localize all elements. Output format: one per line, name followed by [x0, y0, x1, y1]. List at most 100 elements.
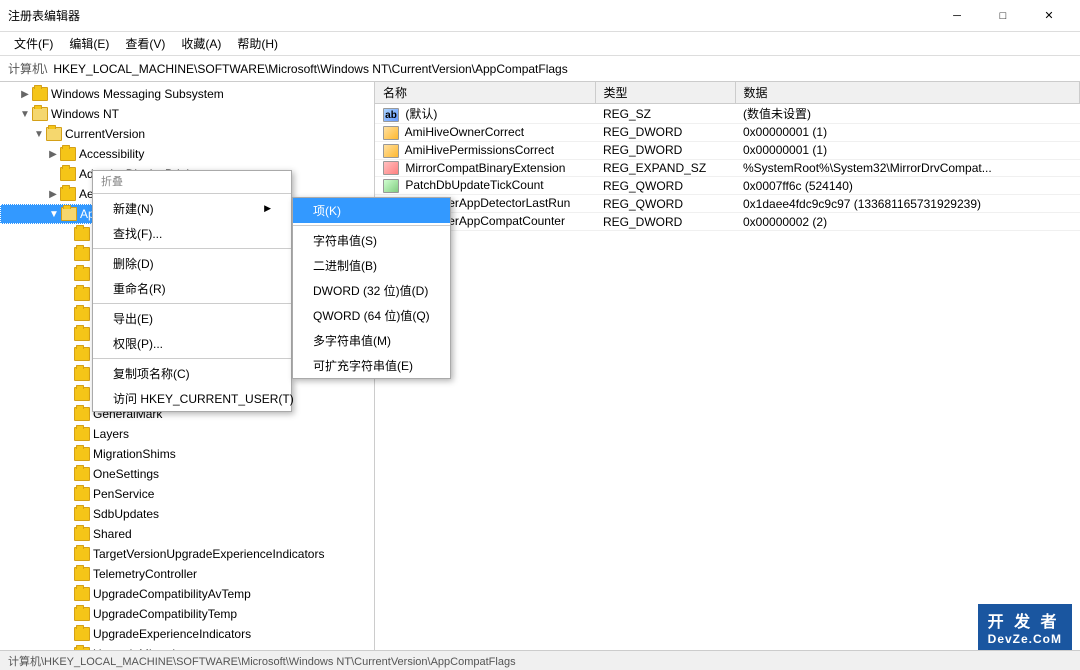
folder-icon-appraiser: [74, 227, 90, 241]
cell-type-2: REG_DWORD: [595, 141, 735, 159]
right-panel: 名称 类型 数据 ab (默认)REG_SZ(数值未设置) AmiHiveOwn…: [375, 82, 1080, 650]
minimize-button[interactable]: ─: [934, 0, 980, 32]
submenu-qword[interactable]: QWORD (64 位)值(Q): [293, 303, 450, 328]
folder-icon-compatmark: [74, 367, 90, 381]
cell-data-6: 0x00000002 (2): [735, 213, 1080, 231]
ctx-export[interactable]: 导出(E): [93, 306, 291, 331]
tree-item-upgradecomptemp[interactable]: UpgradeCompatibilityTemp: [0, 604, 374, 624]
maximize-button[interactable]: □: [980, 0, 1026, 32]
folder-icon-migshims: [74, 447, 90, 461]
menu-favorites[interactable]: 收藏(A): [173, 33, 229, 54]
folder-icon-compat: [74, 347, 90, 361]
tree-item-wnt[interactable]: ▼Windows NT: [0, 104, 374, 124]
ctx-sep-3: [93, 358, 291, 359]
address-bar: 计算机\ HKEY_LOCAL_MACHINE\SOFTWARE\Microso…: [0, 56, 1080, 82]
menu-view[interactable]: 查看(V): [117, 33, 173, 54]
table-row[interactable]: PatchDbUpdateTickCountREG_QWORD0x0007ff6…: [375, 177, 1080, 195]
context-menu[interactable]: 折叠 新建(N) 查找(F)... 删除(D) 重命名(R) 导出(E) 权限(…: [92, 170, 292, 412]
ctx-permissions[interactable]: 权限(P)...: [93, 331, 291, 356]
tree-item-upgradeexpind[interactable]: UpgradeExperienceIndicators: [0, 624, 374, 644]
submenu-dword[interactable]: DWORD (32 位)值(D): [293, 278, 450, 303]
tree-item-upgradeavtemp[interactable]: UpgradeCompatibilityAvTemp: [0, 584, 374, 604]
title-controls: ─ □ ✕: [934, 0, 1072, 32]
folder-icon-cv: [46, 127, 62, 141]
folder-icon-caret: [74, 287, 90, 301]
tree-item-migshims[interactable]: MigrationShims: [0, 444, 374, 464]
address-path: HKEY_LOCAL_MACHINE\SOFTWARE\Microsoft\Wi…: [53, 62, 567, 76]
folder-icon-avtracking: [74, 247, 90, 261]
submenu-sep: [293, 225, 450, 226]
col-type-header[interactable]: 类型: [595, 82, 735, 104]
cell-name-1: AmiHiveOwnerCorrect: [375, 124, 595, 142]
col-name-header[interactable]: 名称: [375, 82, 595, 104]
registry-table: 名称 类型 数据 ab (默认)REG_SZ(数值未设置) AmiHiveOwn…: [375, 82, 1080, 231]
tree-label-cv: CurrentVersion: [65, 127, 145, 141]
folder-icon-penservice: [74, 487, 90, 501]
tree-item-layers[interactable]: Layers: [0, 424, 374, 444]
tree-item-shared[interactable]: Shared: [0, 524, 374, 544]
table-row[interactable]: MirrorCompatBinaryExtensionREG_EXPAND_SZ…: [375, 159, 1080, 177]
folder-icon-targetver: [74, 547, 90, 561]
submenu-string[interactable]: 字符串值(S): [293, 228, 450, 253]
cell-type-1: REG_DWORD: [595, 124, 735, 142]
ctx-new[interactable]: 新建(N): [93, 196, 291, 221]
table-row[interactable]: AmiHivePermissionsCorrectREG_DWORD0x0000…: [375, 141, 1080, 159]
folder-icon-wms: [32, 87, 48, 101]
tree-label-onesettings: OneSettings: [93, 467, 159, 481]
cell-data-5: 0x1daee4fdc9c9c97 (133681165731929239): [735, 195, 1080, 213]
submenu-key[interactable]: 项(K): [293, 198, 450, 223]
ctx-delete[interactable]: 删除(D): [93, 251, 291, 276]
ctx-copy[interactable]: 复制项名称(C): [93, 361, 291, 386]
tree-item-onesettings[interactable]: OneSettings: [0, 464, 374, 484]
folder-icon-upgradeavtemp: [74, 587, 90, 601]
ctx-visit[interactable]: 访问 HKEY_CURRENT_USER(T): [93, 386, 291, 411]
cell-data-4: 0x0007ff6c (524140): [735, 177, 1080, 195]
cell-type-0: REG_SZ: [595, 104, 735, 124]
tree-label-upgrademig: UpgradeMigration: [93, 647, 188, 650]
tree-label-access: Accessibility: [79, 147, 144, 161]
tree-label-wnt: Windows NT: [51, 107, 119, 121]
tree-label-wms: Windows Messaging Subsystem: [51, 87, 224, 101]
close-button[interactable]: ✕: [1026, 0, 1072, 32]
tree-label-shared: Shared: [93, 527, 132, 541]
tree-label-targetver: TargetVersionUpgradeExperienceIndicators: [93, 547, 324, 561]
ctx-find[interactable]: 查找(F)...: [93, 221, 291, 246]
tree-item-cv[interactable]: ▼CurrentVersion: [0, 124, 374, 144]
folder-icon-upgrademig: [74, 647, 90, 650]
folder-icon-clienttelemet: [74, 327, 90, 341]
tree-item-targetver[interactable]: TargetVersionUpgradeExperienceIndicators: [0, 544, 374, 564]
tree-item-telemetryctrl[interactable]: TelemetryController: [0, 564, 374, 584]
tree-label-migshims: MigrationShims: [93, 447, 176, 461]
reg-icon-1: [383, 126, 399, 140]
folder-icon-acf: [61, 207, 77, 221]
table-row[interactable]: WallpaperAppCompatCounterREG_DWORD0x0000…: [375, 213, 1080, 231]
tree-item-access[interactable]: ▶Accessibility: [0, 144, 374, 164]
tree-item-wms[interactable]: ▶Windows Messaging Subsystem: [0, 84, 374, 104]
submenu-multistring[interactable]: 多字符串值(M): [293, 328, 450, 353]
watermark-line2: DevZe.CoM: [988, 632, 1062, 646]
tree-label-telemetryctrl: TelemetryController: [93, 567, 197, 581]
folder-icon-shared: [74, 527, 90, 541]
tree-item-upgrademig[interactable]: UpgradeMigration: [0, 644, 374, 650]
cell-data-2: 0x00000001 (1): [735, 141, 1080, 159]
address-label: 计算机\: [8, 60, 47, 77]
tree-label-penservice: PenService: [93, 487, 154, 501]
cell-name-3: MirrorCompatBinaryExtension: [375, 159, 595, 177]
table-row[interactable]: AmiHiveOwnerCorrectREG_DWORD0x00000001 (…: [375, 124, 1080, 142]
reg-icon-3: [383, 161, 399, 175]
col-data-header[interactable]: 数据: [735, 82, 1080, 104]
ctx-sep-2: [93, 303, 291, 304]
menu-file[interactable]: 文件(F): [6, 33, 61, 54]
tree-item-sdbupdates[interactable]: SdbUpdates: [0, 504, 374, 524]
menu-edit[interactable]: 编辑(E): [61, 33, 117, 54]
submenu-binary[interactable]: 二进制值(B): [293, 253, 450, 278]
folder-icon-adb: [60, 167, 76, 181]
ctx-rename[interactable]: 重命名(R): [93, 276, 291, 301]
submenu-expandstring[interactable]: 可扩充字符串值(E): [293, 353, 450, 378]
menu-help[interactable]: 帮助(H): [229, 33, 286, 54]
table-row[interactable]: WallpaperAppDetectorLastRunREG_QWORD0x1d…: [375, 195, 1080, 213]
tree-item-penservice[interactable]: PenService: [0, 484, 374, 504]
submenu-new[interactable]: 项(K) 字符串值(S) 二进制值(B) DWORD (32 位)值(D) QW…: [292, 197, 451, 379]
folder-icon-upgradeexpind: [74, 627, 90, 641]
table-row[interactable]: ab (默认)REG_SZ(数值未设置): [375, 104, 1080, 124]
